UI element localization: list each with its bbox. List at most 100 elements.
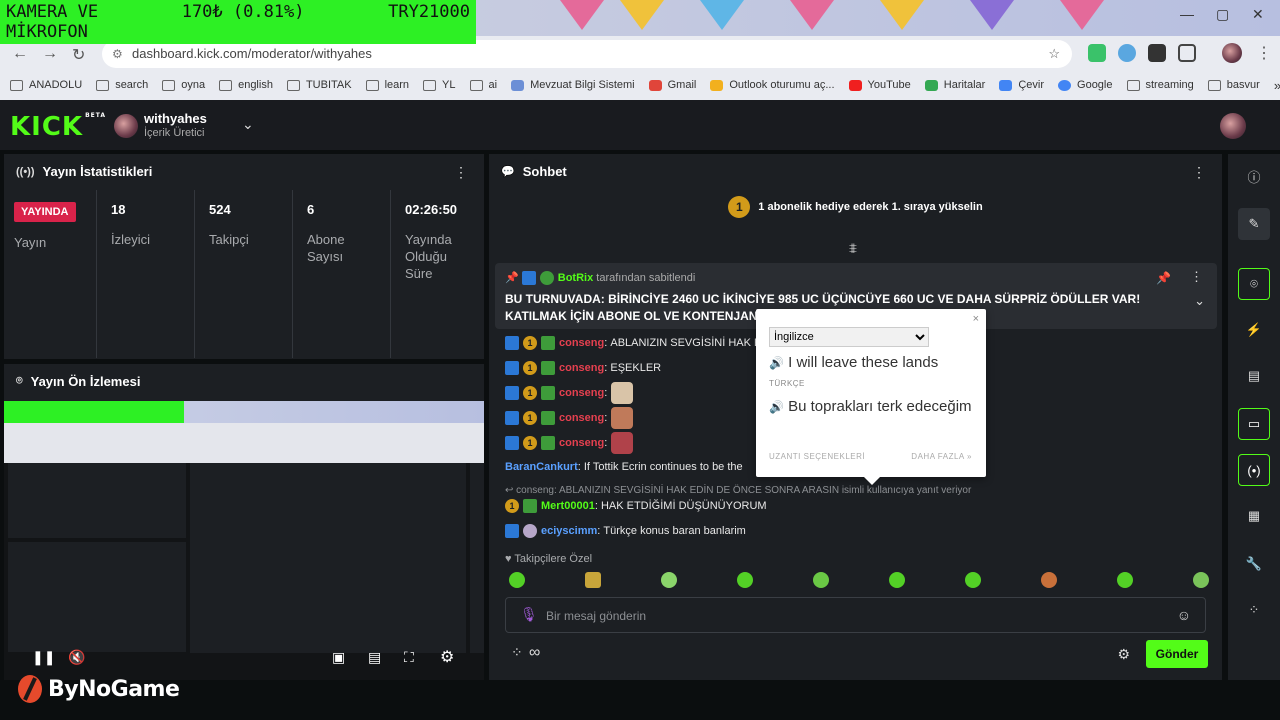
- chat-username[interactable]: Mert00001: [541, 500, 595, 512]
- bookmark-folder[interactable]: streaming: [1126, 79, 1194, 91]
- site-settings-icon[interactable]: ⚙: [112, 40, 123, 68]
- bookmark-link[interactable]: Outlook oturumu aç...: [710, 79, 835, 91]
- emoji-icon[interactable]: ☺: [1177, 607, 1191, 623]
- gift-prompt[interactable]: 11 abonelik hediye ederek 1. sıraya yüks…: [489, 196, 1222, 218]
- extension-icon[interactable]: [1148, 44, 1166, 62]
- bookmark-link[interactable]: Google: [1058, 79, 1113, 91]
- chat-username[interactable]: conseng: [559, 437, 604, 449]
- extensions-puzzle-icon[interactable]: [1178, 44, 1196, 62]
- emote-button[interactable]: [737, 572, 753, 588]
- profile-avatar[interactable]: [1222, 43, 1242, 63]
- bookmark-folder[interactable]: ai: [469, 79, 497, 91]
- reload-icon[interactable]: ↻: [72, 45, 85, 65]
- pin-icon[interactable]: 📌: [1156, 271, 1171, 285]
- stream-preview-video[interactable]: ❚❚ 🔇 ▣ ▤ ⛶ ⚙: [4, 401, 484, 680]
- broadcast-icon[interactable]: (•): [1238, 454, 1270, 486]
- chat-username[interactable]: BaranCankurt: [505, 461, 578, 473]
- bookmark-link[interactable]: Gmail: [648, 79, 696, 91]
- url-text: dashboard.kick.com/moderator/withyahes: [132, 46, 372, 61]
- bookmark-link[interactable]: YouTube: [848, 79, 911, 91]
- channel-avatar[interactable]: [114, 114, 138, 138]
- source-language-select[interactable]: İngilizce: [769, 327, 929, 347]
- kick-points-icon[interactable]: ⁘: [511, 644, 523, 661]
- emote-button[interactable]: [889, 572, 905, 588]
- target-language: TÜRKÇE: [769, 379, 805, 388]
- bookmark-link[interactable]: Mevzuat Bilgi Sistemi: [511, 79, 635, 91]
- chat-username[interactable]: conseng: [559, 412, 604, 424]
- fullscreen-icon[interactable]: ⛶: [404, 649, 414, 666]
- bookmark-link[interactable]: Çevir: [999, 79, 1044, 91]
- settings-gear-icon[interactable]: ⚙: [440, 647, 454, 667]
- emote-button[interactable]: [585, 572, 601, 588]
- user-avatar[interactable]: [1220, 113, 1246, 139]
- bookmark-star-icon[interactable]: ☆: [1048, 40, 1060, 68]
- emote-button[interactable]: [1117, 572, 1133, 588]
- speaker-icon[interactable]: 🔊: [769, 356, 784, 370]
- bookmark-link[interactable]: Haritalar: [924, 79, 985, 91]
- kick-logo[interactable]: KICK BETA: [10, 112, 106, 142]
- bookmark-folder[interactable]: learn: [365, 79, 409, 91]
- preview-rail: [470, 463, 484, 653]
- camera-frame-icon[interactable]: ⌾: [1238, 268, 1270, 300]
- theater-icon[interactable]: ▤: [368, 649, 381, 666]
- document-icon[interactable]: ▤: [1238, 360, 1270, 392]
- panel-title: ((•)) Yayın İstatistikleri: [16, 164, 153, 179]
- more-link[interactable]: DAHA FAZLA »: [911, 452, 972, 461]
- emote-button[interactable]: [509, 572, 525, 588]
- bookmark-folder[interactable]: TUBITAK: [286, 79, 352, 91]
- bookmark-folder[interactable]: oyna: [162, 79, 205, 91]
- pinned-options-icon[interactable]: ⋮: [1190, 269, 1203, 285]
- emote-image: [611, 432, 634, 454]
- youtube-icon: [848, 79, 862, 91]
- channel-name[interactable]: withyahes: [144, 111, 207, 126]
- emote-button[interactable]: [965, 572, 981, 588]
- emote-button[interactable]: [661, 572, 677, 588]
- mute-icon[interactable]: 🔇: [68, 649, 85, 666]
- chat-username[interactable]: conseng: [559, 337, 604, 349]
- chat-icon[interactable]: ▭: [1238, 408, 1270, 440]
- layout-icon[interactable]: ▦: [1238, 500, 1270, 532]
- pause-icon[interactable]: ❚❚: [32, 649, 55, 666]
- bookmark-folder[interactable]: search: [96, 79, 148, 91]
- chat-settings-icon[interactable]: ⚙: [1117, 646, 1130, 663]
- bookmark-folder[interactable]: YL: [423, 79, 456, 91]
- bookmark-folder[interactable]: english: [219, 79, 273, 91]
- extension-options-link[interactable]: UZANTI SEÇENEKLERİ: [769, 452, 865, 461]
- close-window-icon[interactable]: ✕: [1252, 6, 1264, 23]
- emote-button[interactable]: [813, 572, 829, 588]
- more-options-icon[interactable]: ⋮: [454, 164, 468, 181]
- info-icon[interactable]: ⓘ: [1238, 160, 1270, 192]
- points-icon[interactable]: ⁘: [1238, 594, 1270, 626]
- chevron-down-icon[interactable]: ⌄: [242, 116, 254, 133]
- app-root: — ▢ ✕ KAMERA VE 170₺ (0.81%) TRY21000 Mİ…: [0, 0, 1280, 720]
- more-options-icon[interactable]: ⋮: [1192, 164, 1206, 181]
- chevron-down-icon[interactable]: ⌄: [1194, 293, 1205, 309]
- microphone-icon[interactable]: 🎙: [520, 606, 538, 623]
- pip-icon[interactable]: ▣: [332, 649, 345, 666]
- bookmark-folder[interactable]: basvur: [1207, 79, 1260, 91]
- emote-button[interactable]: [1041, 572, 1057, 588]
- chat-username[interactable]: conseng: [559, 362, 604, 374]
- speaker-icon[interactable]: 🔊: [769, 400, 784, 414]
- translated-text: 🔊 Bu toprakları terk edeceğim: [769, 398, 972, 415]
- bookmark-folder[interactable]: ANADOLU: [10, 79, 82, 91]
- more-bookmarks-icon[interactable]: »: [1274, 78, 1280, 93]
- browser-menu-icon[interactable]: ⋮: [1256, 43, 1272, 63]
- maximize-icon[interactable]: ▢: [1216, 6, 1229, 23]
- collapse-icon[interactable]: ⩨: [849, 240, 857, 257]
- emote-button[interactable]: [1193, 572, 1209, 588]
- wrench-icon[interactable]: 🔧: [1238, 548, 1270, 580]
- url-field[interactable]: ⚙ dashboard.kick.com/moderator/withyahes…: [102, 40, 1072, 68]
- send-button[interactable]: Gönder: [1146, 640, 1208, 668]
- forward-icon[interactable]: →: [42, 45, 58, 63]
- message-input[interactable]: [546, 606, 1146, 626]
- back-icon[interactable]: ←: [12, 45, 28, 63]
- extension-shield-icon[interactable]: [1088, 44, 1106, 62]
- minimize-icon[interactable]: —: [1180, 6, 1194, 22]
- lightning-icon[interactable]: ⚡: [1238, 314, 1270, 346]
- chat-username[interactable]: conseng: [559, 387, 604, 399]
- extension-translate-icon[interactable]: [1118, 44, 1136, 62]
- edit-icon[interactable]: ✎: [1238, 208, 1270, 240]
- chat-username[interactable]: eciyscimm: [541, 525, 597, 537]
- close-icon[interactable]: ×: [973, 313, 979, 325]
